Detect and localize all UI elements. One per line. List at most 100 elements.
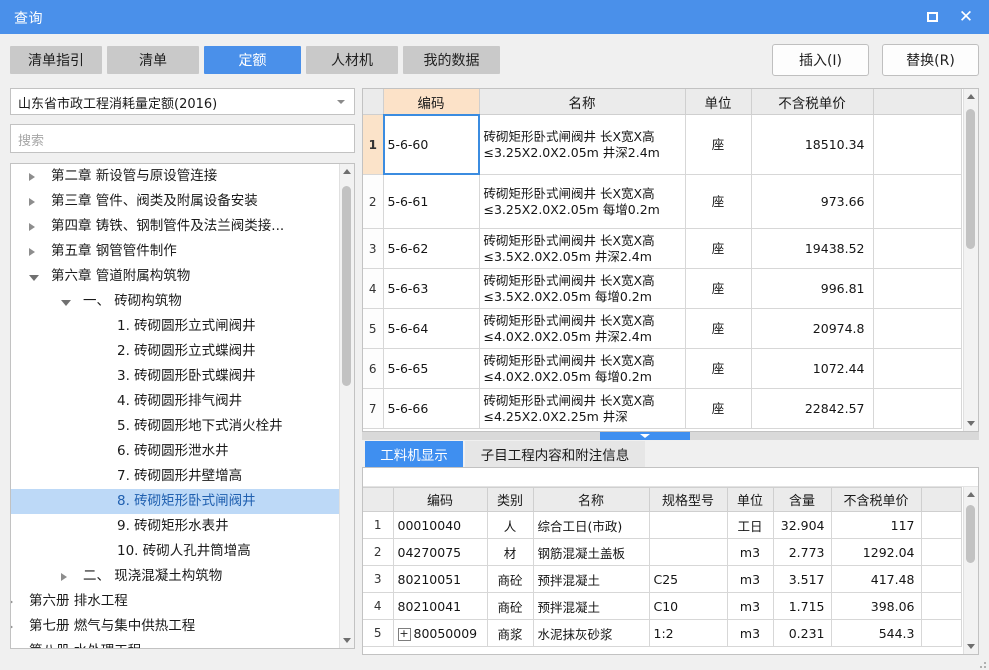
quota-cell-unit[interactable]: 座	[685, 268, 752, 309]
material-cell-unit[interactable]: m3	[727, 619, 774, 647]
chevron-right-icon[interactable]	[11, 623, 13, 631]
tree-item-4[interactable]: 第六章 管道附属构筑物	[11, 264, 339, 289]
tab-3[interactable]: 人材机	[306, 46, 398, 74]
quota-cell-code[interactable]: 5-6-65	[383, 348, 480, 389]
quota-cell-name[interactable]: 砖砌矩形卧式闸阀井 长X宽X高≤3.5X2.0X2.05m 每增0.2m	[479, 268, 686, 309]
material-scroll-thumb[interactable]	[966, 505, 975, 563]
quota-cell-blank[interactable]	[873, 308, 962, 349]
quota-cell-unit[interactable]: 座	[685, 114, 752, 175]
tree-item-1[interactable]: 第三章 管件、阀类及附属设备安装	[11, 189, 339, 214]
material-cell-blank[interactable]	[921, 565, 962, 593]
quota-cell-unit[interactable]: 座	[685, 308, 752, 349]
quota-cell-name[interactable]: 砖砌矩形卧式闸阀井 长X宽X高≤3.25X2.0X2.05m 每增0.2m	[479, 174, 686, 229]
quota-scroll-thumb[interactable]	[966, 109, 975, 249]
tree-item-7[interactable]: 2. 砖砌圆形立式蝶阀井	[11, 339, 339, 364]
quota-cell-unit[interactable]: 座	[685, 174, 752, 229]
material-cell-code[interactable]: 04270075	[393, 538, 488, 566]
standard-select[interactable]: 山东省市政工程消耗量定额(2016)	[10, 88, 355, 115]
material-col-header-2[interactable]: 类别	[487, 487, 534, 512]
tree-item-11[interactable]: 6. 砖砌圆形泄水井	[11, 439, 339, 464]
close-button[interactable]: ✕	[951, 0, 981, 34]
material-cell-price[interactable]: 417.48	[831, 565, 922, 593]
chevron-right-icon[interactable]	[29, 248, 35, 256]
search-input[interactable]: 搜索	[10, 124, 355, 153]
tree-item-3[interactable]: 第五章 钢管管件制作	[11, 239, 339, 264]
scroll-up-icon[interactable]	[967, 492, 975, 497]
material-row-number[interactable]: 1	[363, 511, 394, 539]
material-cell-price[interactable]: 1292.04	[831, 538, 922, 566]
material-cell-quantity[interactable]: 0.231	[773, 619, 832, 647]
material-cell-price[interactable]: 544.3	[831, 619, 922, 647]
chevron-down-icon[interactable]	[61, 300, 71, 306]
tree-item-9[interactable]: 4. 砖砌圆形排气阀井	[11, 389, 339, 414]
material-cell-spec[interactable]: C25	[649, 565, 728, 593]
tree-item-12[interactable]: 7. 砖砌圆形井壁增高	[11, 464, 339, 489]
material-cell-category[interactable]: 商浆	[487, 619, 534, 647]
chevron-right-icon[interactable]	[29, 198, 35, 206]
material-cell-spec[interactable]: 1:2	[649, 619, 728, 647]
material-row[interactable]: 3 80210051 商砼 预拌混凝土 C25 m3 3.517 417.48	[363, 565, 962, 593]
material-cell-name[interactable]: 综合工日(市政)	[533, 511, 650, 539]
tree-item-13[interactable]: 8. 砖砌矩形卧式闸阀井	[11, 489, 339, 514]
scroll-down-icon[interactable]	[967, 644, 975, 649]
expand-icon[interactable]: +	[397, 627, 411, 641]
tree-item-6[interactable]: 1. 砖砌圆形立式闸阀井	[11, 314, 339, 339]
quota-cell-price[interactable]: 20974.8	[751, 308, 874, 349]
material-cell-unit[interactable]: m3	[727, 538, 774, 566]
material-cell-quantity[interactable]: 1.715	[773, 592, 832, 620]
quota-row[interactable]: 3 5-6-62 砖砌矩形卧式闸阀井 长X宽X高≤3.5X2.0X2.05m 井深2…	[363, 228, 962, 269]
chevron-right-icon[interactable]	[61, 573, 67, 581]
quota-col-header-1[interactable]: 编码	[383, 89, 480, 115]
chevron-right-icon[interactable]	[11, 598, 13, 606]
quota-cell-name[interactable]: 砖砌矩形卧式闸阀井 长X宽X高≤4.0X2.0X2.05m 井深2.4m	[479, 308, 686, 349]
material-grid-vertical-scrollbar[interactable]	[963, 487, 978, 654]
material-row[interactable]: 2 04270075 材钢筋混凝土盖板 m3 2.773 1292.04	[363, 538, 962, 566]
quota-col-header-3[interactable]: 单位	[685, 89, 752, 115]
material-cell-unit[interactable]: 工日	[727, 511, 774, 539]
material-cell-unit[interactable]: m3	[727, 592, 774, 620]
tab-2[interactable]: 定额	[204, 46, 301, 74]
material-cell-blank[interactable]	[921, 592, 962, 620]
replace-button[interactable]: 替换(R)	[882, 44, 979, 76]
tree-item-18[interactable]: 第七册 燃气与集中供热工程	[11, 614, 339, 639]
quota-cell-blank[interactable]	[873, 268, 962, 309]
material-cell-blank[interactable]	[921, 619, 962, 647]
quota-cell-price[interactable]: 22842.57	[751, 388, 874, 429]
tree-item-10[interactable]: 5. 砖砌圆形地下式消火栓井	[11, 414, 339, 439]
scroll-down-icon[interactable]	[343, 638, 351, 643]
material-cell-code[interactable]: 80210051	[393, 565, 488, 593]
quota-cell-price[interactable]: 996.81	[751, 268, 874, 309]
quota-row[interactable]: 5 5-6-64 砖砌矩形卧式闸阀井 长X宽X高≤4.0X2.0X2.05m 井深2…	[363, 308, 962, 349]
material-row-number[interactable]: 3	[363, 565, 394, 593]
quota-cell-code[interactable]: 5-6-62	[383, 228, 480, 269]
material-col-header-3[interactable]: 名称	[533, 487, 650, 512]
quota-col-header-4[interactable]: 不含税单价	[751, 89, 874, 115]
quota-row[interactable]: 2 5-6-61 砖砌矩形卧式闸阀井 长X宽X高≤3.25X2.0X2.05m 每增…	[363, 174, 962, 229]
tree-scroll-thumb[interactable]	[342, 186, 351, 386]
chevron-right-icon[interactable]	[29, 223, 35, 231]
material-cell-name[interactable]: 水泥抹灰砂浆	[533, 619, 650, 647]
tree-item-16[interactable]: 二、 现浇混凝土构筑物	[11, 564, 339, 589]
quota-cell-price[interactable]: 973.66	[751, 174, 874, 229]
tree-item-19[interactable]: 第八册 水处理工程	[11, 639, 339, 648]
tree-item-17[interactable]: 第六册 排水工程	[11, 589, 339, 614]
quota-grid[interactable]: 编码 名称 单位 不含税单价 1 5-6-60 砖砌矩形卧式闸阀井 长X宽X高≤3.25X2…	[363, 89, 962, 429]
insert-button[interactable]: 插入(I)	[772, 44, 869, 76]
material-grid[interactable]: 编码 类别 名称 规格型号 单位 含量 不含税单价 1 00010040 人综合工日(市政) 工日 3…	[363, 487, 962, 647]
material-row-number[interactable]: 2	[363, 538, 394, 566]
quota-cell-price[interactable]: 19438.52	[751, 228, 874, 269]
quota-cell-unit[interactable]: 座	[685, 348, 752, 389]
quota-row-number[interactable]: 7	[363, 388, 384, 429]
material-cell-unit[interactable]: m3	[727, 565, 774, 593]
quota-row[interactable]: 6 5-6-65 砖砌矩形卧式闸阀井 长X宽X高≤4.0X2.0X2.05m 每增0…	[363, 348, 962, 389]
quota-col-header-5[interactable]	[873, 89, 962, 115]
material-row-number[interactable]: 4	[363, 592, 394, 620]
quota-cell-blank[interactable]	[873, 174, 962, 229]
material-row[interactable]: 4 80210041 商砼 预拌混凝土 C10 m3 1.715 398.06	[363, 592, 962, 620]
quota-row-number[interactable]: 6	[363, 348, 384, 389]
material-cell-category[interactable]: 商砼	[487, 565, 534, 593]
quota-row-number[interactable]: 3	[363, 228, 384, 269]
tab-1[interactable]: 清单	[107, 46, 199, 74]
quota-row[interactable]: 1 5-6-60 砖砌矩形卧式闸阀井 长X宽X高≤3.25X2.0X2.05m 井深…	[363, 114, 962, 175]
material-cell-spec[interactable]	[649, 511, 728, 539]
